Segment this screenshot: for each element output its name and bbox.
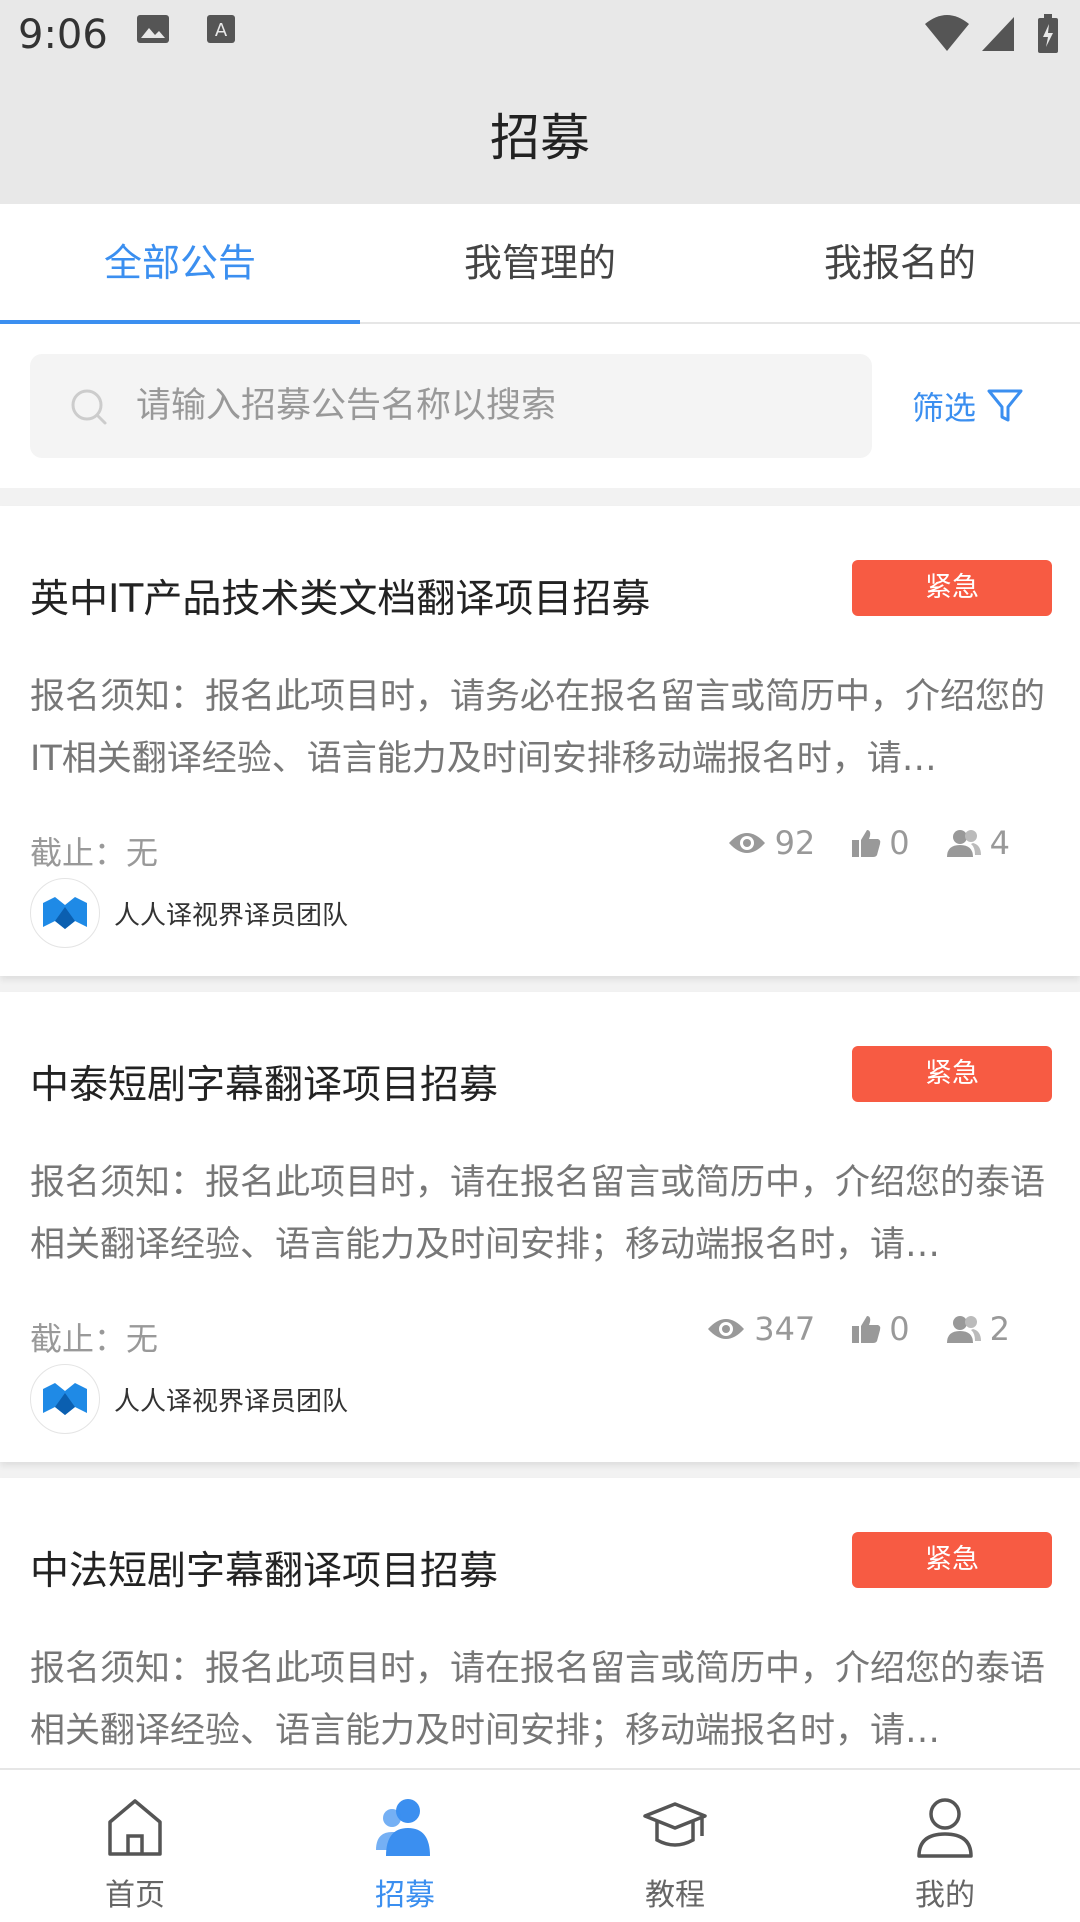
- tab-signed-up[interactable]: 我报名的: [720, 204, 1080, 322]
- people-icon: [946, 830, 981, 857]
- nav-home[interactable]: 首页: [0, 1770, 270, 1922]
- status-time: 9:06: [18, 12, 108, 58]
- applicants-stat: 2: [946, 1310, 1010, 1348]
- card-stats: 92 0 4: [691, 824, 1010, 862]
- eye-icon: [728, 833, 765, 853]
- org-logo-icon: [43, 897, 87, 929]
- views-stat: 347: [706, 1310, 815, 1348]
- org-name: 人人译视界译员团队: [114, 900, 349, 931]
- deadline: 截止：无: [30, 834, 159, 872]
- battery-charging-icon: [1038, 14, 1058, 53]
- recruitment-card[interactable]: 英中IT产品技术类文档翻译项目招募 紧急 报名须知：报名此项目时，请务必在报名留…: [0, 506, 1080, 976]
- applicants-count: 4: [989, 824, 1010, 862]
- likes-stat: 0: [851, 1310, 910, 1348]
- likes-count: 0: [889, 1310, 910, 1348]
- views-count: 92: [774, 824, 816, 862]
- search-icon: [71, 389, 107, 425]
- likes-stat: 0: [851, 824, 910, 862]
- nav-mine[interactable]: 我的: [810, 1770, 1080, 1922]
- views-count: 347: [754, 1310, 816, 1348]
- people-icon: [376, 1799, 430, 1856]
- card-title: 中泰短剧字幕翻译项目招募: [30, 1063, 499, 1108]
- filter-button[interactable]: 筛选: [912, 354, 1024, 458]
- urgent-badge: 紧急: [852, 1046, 1052, 1102]
- image-notification-icon: [137, 15, 169, 43]
- thumbs-up-icon: [852, 1316, 881, 1343]
- thumbs-up-icon: [852, 830, 881, 857]
- applicants-count: 2: [989, 1310, 1010, 1348]
- graduation-cap-icon: [643, 1802, 707, 1847]
- nav-recruit[interactable]: 招募: [270, 1770, 540, 1922]
- app-header: 招募: [0, 72, 1080, 204]
- nav-tutorial[interactable]: 教程: [540, 1770, 810, 1922]
- org-name: 人人译视界译员团队: [114, 1386, 349, 1417]
- recruitment-card[interactable]: 中法短剧字幕翻译项目招募 紧急 报名须知：报名此项目时，请在报名留言或简历中，介…: [0, 1478, 1080, 1768]
- recruitment-card[interactable]: 中泰短剧字幕翻译项目招募 紧急 报名须知：报名此项目时，请在报名留言或简历中，介…: [0, 992, 1080, 1462]
- filter-label: 筛选: [912, 389, 977, 427]
- svg-text:A: A: [215, 20, 228, 41]
- signal-icon: [982, 17, 1014, 51]
- search-placeholder: 请输入招募公告名称以搜索: [136, 386, 557, 426]
- wifi-icon: [925, 15, 969, 51]
- nav-tutorial-label: 教程: [645, 1878, 705, 1913]
- card-title: 英中IT产品技术类文档翻译项目招募: [30, 577, 651, 622]
- views-stat: 92: [727, 824, 816, 862]
- likes-count: 0: [889, 824, 910, 862]
- card-description: 报名须知：报名此项目时，请在报名留言或简历中，介绍您的泰语相关翻译经验、语言能力…: [30, 1649, 1046, 1751]
- eye-icon: [708, 1319, 745, 1339]
- search-input[interactable]: 请输入招募公告名称以搜索: [30, 354, 872, 458]
- urgent-badge: 紧急: [852, 560, 1052, 616]
- org-logo-icon: [43, 1383, 87, 1415]
- people-icon: [946, 1316, 981, 1343]
- nav-home-label: 首页: [105, 1878, 165, 1913]
- deadline: 截止：无: [30, 1320, 159, 1358]
- urgent-badge: 紧急: [852, 1532, 1052, 1588]
- nav-recruit-label: 招募: [375, 1878, 435, 1913]
- tab-managed[interactable]: 我管理的: [360, 204, 720, 322]
- home-icon: [108, 1799, 162, 1856]
- user-icon: [917, 1798, 973, 1858]
- applicants-stat: 4: [946, 824, 1010, 862]
- text-notification-icon: A: [207, 15, 235, 43]
- org-logo: [30, 1364, 100, 1434]
- nav-mine-label: 我的: [915, 1878, 975, 1913]
- card-title: 中法短剧字幕翻译项目招募: [30, 1549, 499, 1594]
- search-row: 请输入招募公告名称以搜索 筛选: [0, 324, 1080, 488]
- card-description: 报名须知：报名此项目时，请务必在报名留言或简历中，介绍您的IT相关翻译经验、语言…: [30, 677, 1046, 779]
- organization[interactable]: 人人译视界译员团队: [30, 1364, 348, 1434]
- card-stats: 347 0 2: [670, 1310, 1010, 1348]
- card-description: 报名须知：报名此项目时，请在报名留言或简历中，介绍您的泰语相关翻译经验、语言能力…: [30, 1163, 1046, 1265]
- status-bar: 9:06 A: [0, 0, 1080, 72]
- tab-bar: 全部公告 我管理的 我报名的: [0, 204, 1080, 324]
- tab-all-announcements[interactable]: 全部公告: [0, 204, 360, 324]
- org-logo: [30, 878, 100, 948]
- filter-funnel-icon: [987, 389, 1023, 422]
- page-title: 招募: [490, 109, 590, 167]
- bottom-navigation: 首页 招募 教程 我的: [0, 1768, 1080, 1922]
- organization[interactable]: 人人译视界译员团队: [30, 878, 348, 948]
